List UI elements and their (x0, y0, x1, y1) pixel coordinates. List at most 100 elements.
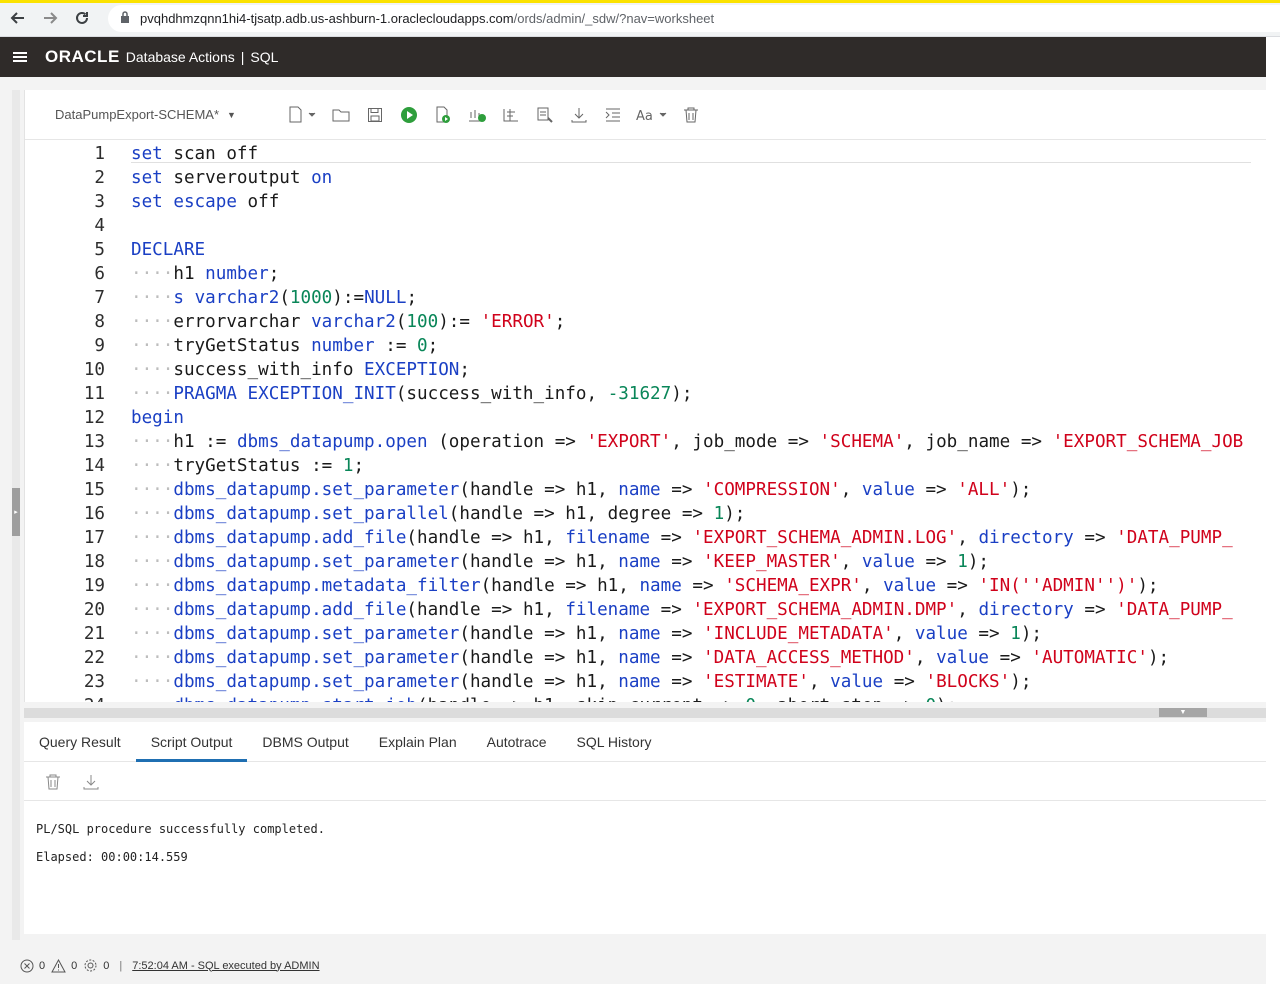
address-bar[interactable]: pvqhdhmzqnn1hi4-tjsatp.adb.us-ashburn-1.… (108, 5, 1280, 32)
format-code-icon[interactable] (596, 100, 630, 130)
clear-output-icon[interactable] (36, 767, 70, 797)
code-token: ···· (131, 264, 174, 284)
code-token: ···· (131, 480, 174, 500)
code-token: 0 (925, 696, 936, 702)
code-token: name (618, 672, 661, 692)
code-token: name (618, 648, 661, 668)
code-token: PRAGMA (173, 384, 237, 404)
code-line[interactable]: 6 ····h1 number; (25, 262, 1267, 286)
code-line[interactable]: 19 ····dbms_datapump.metadata_filter(hand… (25, 574, 1267, 598)
explain-plan-icon[interactable] (460, 100, 494, 130)
tab-explain-plan[interactable]: Explain Plan (364, 722, 472, 761)
settings-indicator[interactable]: 0 (83, 958, 109, 973)
svg-text:Aa: Aa (636, 109, 653, 123)
case-toggle-icon[interactable]: Aa (630, 100, 674, 130)
autotrace-icon[interactable] (494, 100, 528, 130)
code-line[interactable]: 13 ····h1 := dbms_datapump.open (operatio… (25, 430, 1267, 454)
worksheet-selector[interactable]: DataPumpExport-SCHEMA* ▼ (55, 107, 280, 122)
code-line[interactable]: 17 ····dbms_datapump.add_file(handle => h… (25, 526, 1267, 550)
code-editor[interactable]: 1 set scan off 2 set serveroutput on 3 set es… (25, 140, 1267, 702)
reload-icon[interactable] (68, 4, 96, 32)
errors-indicator[interactable]: 0 (20, 959, 45, 973)
code-line[interactable]: 2 set serveroutput on (25, 166, 1267, 190)
tab-sql-history[interactable]: SQL History (562, 722, 667, 761)
tab-autotrace[interactable]: Autotrace (472, 722, 562, 761)
open-folder-icon[interactable] (324, 100, 358, 130)
code-token: 1000 (289, 288, 333, 308)
code-line[interactable]: 20 ····dbms_datapump.add_file(handle => h… (25, 598, 1267, 622)
sql-tuning-icon[interactable] (528, 100, 562, 130)
code-token: set (131, 144, 163, 164)
tab-dbms-output[interactable]: DBMS Output (247, 722, 363, 761)
code-token: ···· (131, 696, 173, 702)
gear-icon (84, 959, 97, 972)
code-line[interactable]: 3 set escape off (25, 190, 1267, 214)
new-worksheet-icon[interactable] (280, 100, 324, 130)
collapse-panel-icon[interactable]: ▼ (1159, 708, 1207, 717)
code-token: => (883, 672, 926, 692)
line-number: 10 (83, 360, 105, 380)
code-token: => (914, 480, 958, 500)
code-line[interactable]: 14 ····tryGetStatus := 1; (25, 454, 1267, 478)
script-output: PL/SQL procedure successfully completed.… (36, 822, 325, 878)
tab-script-output[interactable]: Script Output (135, 722, 248, 762)
code-token: name (618, 624, 661, 644)
line-number: 8 (94, 312, 105, 332)
code-line[interactable]: 23 ····dbms_datapump.set_parameter(handle… (25, 670, 1267, 694)
code-line[interactable]: 4 (25, 214, 1267, 238)
code-token: => (660, 552, 704, 572)
code-text: ····dbms_datapump.start_job(handle => h1… (131, 694, 957, 702)
code-text: ····h1 number; (131, 262, 279, 286)
run-statement-icon[interactable] (392, 100, 426, 130)
code-token: value (883, 576, 937, 596)
code-line[interactable]: 5 DECLARE (25, 238, 1267, 262)
code-line[interactable]: 18 ····dbms_datapump.set_parameter(handle… (25, 550, 1267, 574)
code-token: 'COMPRESSION' (703, 480, 841, 500)
tab-query-result[interactable]: Query Result (24, 722, 136, 761)
back-icon[interactable] (4, 4, 32, 32)
code-token: ); (936, 696, 957, 702)
line-number: 4 (94, 216, 105, 236)
code-line[interactable]: 24 ····dbms_datapump.start_job(handle => … (25, 694, 1267, 702)
code-line[interactable]: 1 set scan off (25, 142, 1267, 166)
code-token: (handle => h1, (459, 480, 619, 500)
last-execution-message[interactable]: 7:52:04 AM - SQL executed by ADMIN (132, 960, 319, 972)
download-icon[interactable] (562, 100, 596, 130)
panel-splitter[interactable]: ▼ (24, 708, 1266, 718)
run-script-icon[interactable] (426, 100, 460, 130)
code-token: ···· (131, 576, 174, 596)
code-line[interactable]: 9 ····tryGetStatus number := 0; (25, 334, 1267, 358)
code-line[interactable]: 12 begin (25, 406, 1267, 430)
trash-icon[interactable] (674, 100, 708, 130)
line-number: 16 (83, 504, 105, 524)
code-line[interactable]: 7 ····s varchar2(1000):=NULL; (25, 286, 1267, 310)
code-token: ); (1147, 648, 1170, 668)
code-token: , (840, 480, 862, 500)
code-line[interactable]: 8 ····errorvarchar varchar2(100):= 'ERROR… (25, 310, 1267, 334)
status-bar: 0 0 0 | 7:52:04 AM - SQL executed by ADM… (0, 947, 1266, 984)
code-line[interactable]: 16 ····dbms_datapump.set_parallel(handle … (25, 502, 1267, 526)
code-line[interactable]: 21 ····dbms_datapump.set_parameter(handle… (25, 622, 1267, 646)
download-output-icon[interactable] (74, 767, 108, 797)
code-token: ···· (131, 456, 174, 476)
forward-icon[interactable] (36, 4, 64, 32)
code-line[interactable]: 22 ····dbms_datapump.set_parameter(handle… (25, 646, 1267, 670)
code-token: (handle => h1, (459, 672, 619, 692)
expand-navigator-icon[interactable]: ▸ (12, 488, 20, 536)
warnings-indicator[interactable]: 0 (51, 958, 77, 973)
app-name[interactable]: Database Actions (126, 49, 235, 65)
code-token: s (173, 288, 184, 308)
code-line[interactable]: 15 ····dbms_datapump.set_parameter(handle… (25, 478, 1267, 502)
code-line[interactable]: 11 ····PRAGMA EXCEPTION_INIT(success_with… (25, 382, 1267, 406)
menu-icon[interactable] (13, 50, 27, 64)
code-token: 0 (417, 336, 428, 356)
code-token: dbms_datapump.set_parameter (173, 672, 460, 692)
url-text: pvqhdhmzqnn1hi4-tjsatp.adb.us-ashburn-1.… (140, 11, 714, 26)
save-icon[interactable] (358, 100, 392, 130)
code-text: DECLARE (131, 238, 205, 262)
worksheet-panel: DataPumpExport-SCHEMA* ▼ Aa 1 set scan o… (24, 90, 1267, 702)
code-token: ( (279, 288, 290, 308)
code-line[interactable]: 10 ····success_with_info EXCEPTION; (25, 358, 1267, 382)
